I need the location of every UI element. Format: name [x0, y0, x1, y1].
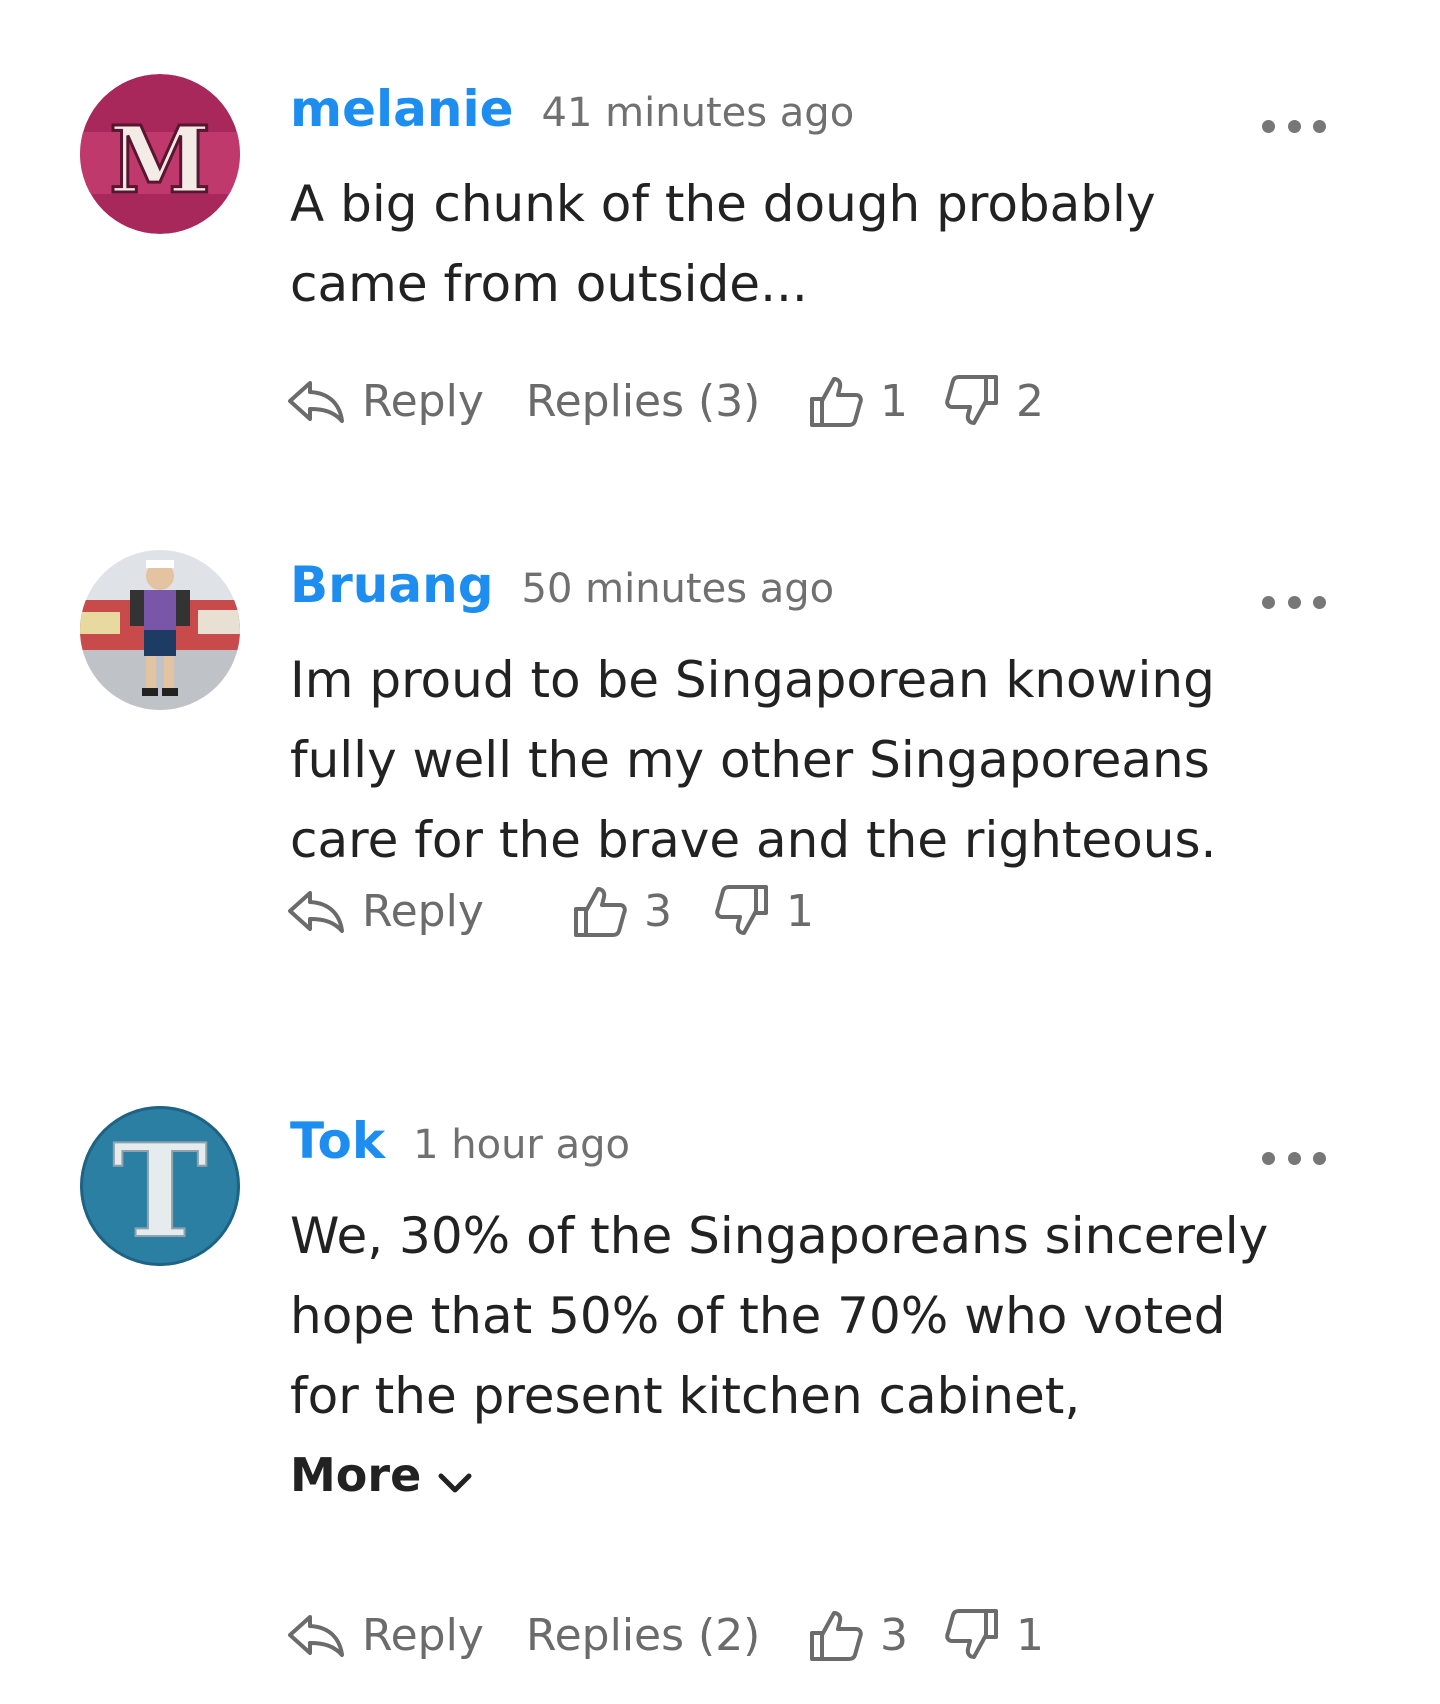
author-name[interactable]: Tok — [290, 1112, 385, 1170]
avatar[interactable]: T — [80, 1106, 240, 1266]
comment-header: Bruang 50 minutes ago — [290, 556, 834, 626]
reply-icon — [288, 891, 344, 933]
replies-label: Replies (2) — [526, 1609, 761, 1661]
reply-icon — [288, 1615, 344, 1657]
comment-header: Tok 1 hour ago — [290, 1112, 630, 1182]
thumbs-up-icon — [810, 1611, 863, 1661]
replies-button[interactable]: Replies (2) — [526, 1600, 760, 1670]
comment-line: A big chunk of the dough probably — [290, 175, 1156, 233]
dislike-button[interactable]: 1 — [714, 876, 814, 946]
author-name[interactable]: melanie — [290, 80, 514, 138]
dislike-count: 1 — [786, 885, 814, 937]
comment-line: care for the brave and the righteous. — [290, 811, 1217, 869]
like-count: 3 — [644, 885, 672, 937]
comment-text: Im proud to be Singaporean knowing fully… — [290, 640, 1360, 880]
svg-text:M: M — [109, 106, 211, 214]
comment-line: for the present kitchen cabinet, — [290, 1367, 1081, 1425]
reply-label: Reply — [362, 1609, 484, 1661]
comment-line: fully well the my other Singaporeans — [290, 731, 1210, 789]
comment-line: Im proud to be Singaporean knowing — [290, 651, 1215, 709]
thumbs-up-icon — [574, 887, 627, 937]
comment-line: hope that 50% of the 70% who voted — [290, 1287, 1226, 1345]
reply-button[interactable]: Reply — [286, 1600, 484, 1670]
reply-label: Reply — [362, 885, 484, 937]
dislike-button[interactable]: 2 — [944, 366, 1044, 436]
more-options-icon[interactable] — [1262, 114, 1326, 138]
like-button[interactable]: 3 — [572, 876, 672, 946]
avatar-image: M — [80, 74, 240, 234]
avatar[interactable] — [80, 550, 240, 710]
avatar-image: T — [80, 1106, 240, 1266]
replies-button[interactable]: Replies (3) — [526, 366, 760, 436]
comment-header: melanie 41 minutes ago — [290, 80, 854, 150]
timestamp: 41 minutes ago — [541, 90, 855, 136]
chevron-down-icon — [437, 1452, 473, 1506]
replies-label: Replies (3) — [526, 375, 761, 427]
avatar-image — [80, 550, 240, 710]
dislike-button[interactable]: 1 — [944, 1600, 1044, 1670]
more-options-icon[interactable] — [1262, 1146, 1326, 1170]
like-button[interactable]: 1 — [808, 366, 908, 436]
like-count: 3 — [880, 1609, 908, 1661]
like-count: 1 — [880, 375, 908, 427]
like-button[interactable]: 3 — [808, 1600, 908, 1670]
comment-line: came from outside... — [290, 255, 808, 313]
comment-text: We, 30% of the Singaporeans sincerely ho… — [290, 1196, 1360, 1436]
reply-icon — [288, 381, 344, 423]
timestamp: 1 hour ago — [413, 1122, 630, 1168]
reply-button[interactable]: Reply — [286, 366, 484, 436]
dislike-count: 2 — [1016, 375, 1044, 427]
reply-label: Reply — [362, 375, 484, 427]
more-label: More — [290, 1448, 422, 1502]
thumbs-down-icon — [945, 375, 998, 425]
reply-button[interactable]: Reply — [286, 876, 484, 946]
show-more-button[interactable]: More — [290, 1448, 473, 1506]
more-options-icon[interactable] — [1262, 590, 1326, 614]
thumbs-down-icon — [715, 885, 768, 935]
comment-line: We, 30% of the Singaporeans sincerely — [290, 1207, 1269, 1265]
thumbs-down-icon — [945, 1609, 998, 1659]
author-name[interactable]: Bruang — [290, 556, 494, 614]
svg-text:T: T — [112, 1117, 207, 1266]
avatar[interactable]: M — [80, 74, 240, 234]
dislike-count: 1 — [1016, 1609, 1044, 1661]
thumbs-up-icon — [810, 377, 863, 427]
timestamp: 50 minutes ago — [521, 566, 835, 612]
comment-text: A big chunk of the dough probably came f… — [290, 164, 1360, 324]
